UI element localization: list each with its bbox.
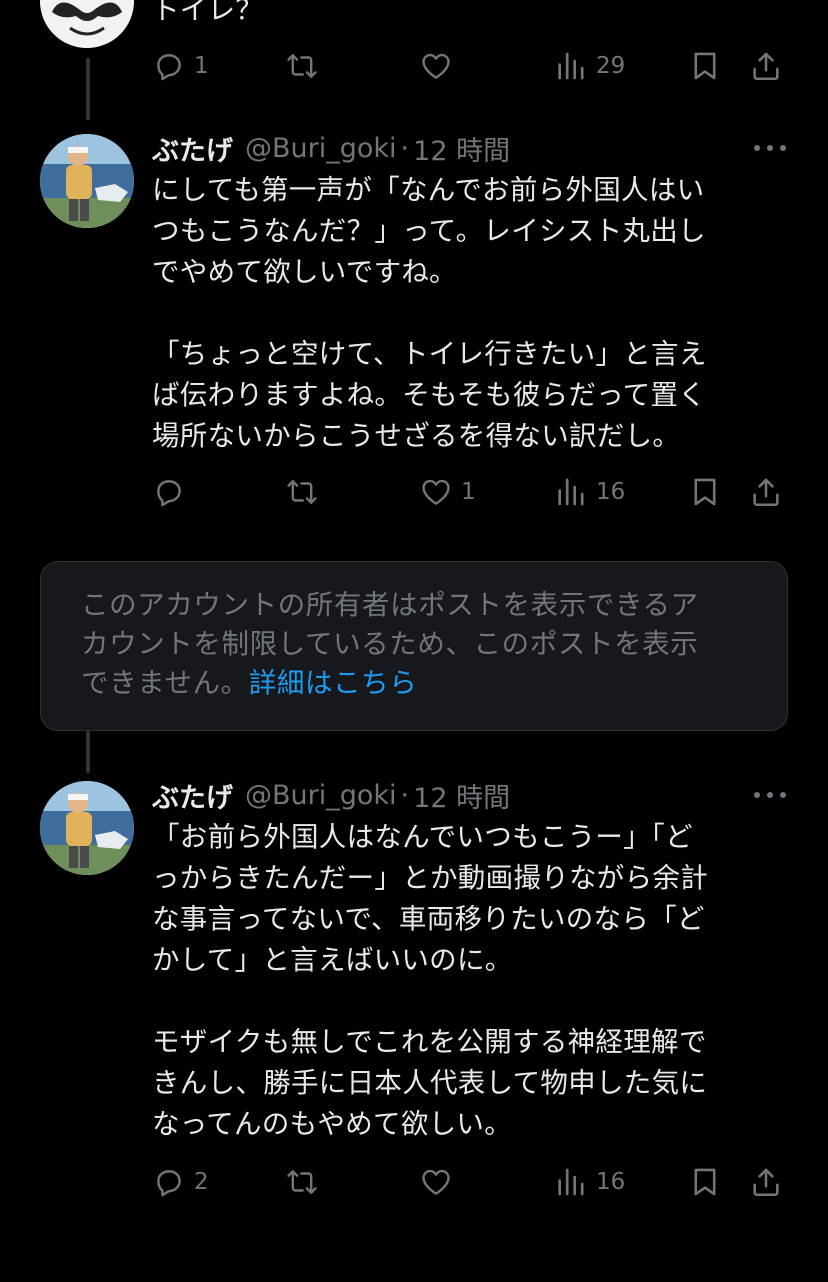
bookmark-icon [688,1165,722,1199]
share-icon [749,49,783,83]
tweet-actions: 1 16 [152,472,792,512]
reply-button[interactable] [152,472,194,512]
view-count: 16 [596,1169,626,1195]
reply-count: 2 [194,1169,209,1195]
user-handle[interactable]: @Buri_goki [245,780,397,811]
tweet-text: 「お前ら外国人はなんでいつもこうー」「ど っからきたんだー」とか動画撮りながら余… [152,821,708,1140]
share-button[interactable] [749,472,783,512]
separator-dot: · [400,132,410,164]
retweet-icon [285,49,319,83]
prev-tweet-text: トイレ？ [152,0,264,26]
reply-count: 1 [194,53,209,79]
learn-more-link[interactable]: 詳細はこちら [249,667,418,699]
more-options-button[interactable] [754,785,786,805]
views-button[interactable]: 16 [554,472,625,512]
more-icon [754,145,760,151]
bookmark-button[interactable] [688,1162,722,1202]
view-count: 29 [596,53,626,79]
like-icon [419,49,453,83]
view-count: 16 [596,479,626,505]
tweet-header: ぶたげ @Buri_goki · 12 時間 [152,776,510,815]
fisherman-avatar-image [40,781,134,875]
more-icon [754,792,760,798]
fisherman-avatar-image [40,134,134,228]
notice-line: カウントを制限しているため、このポストを表示 [81,628,699,660]
avatar[interactable] [40,781,134,875]
avatar[interactable] [40,134,134,228]
views-icon [554,1165,588,1199]
restricted-post-notice: このアカウントの所有者はポストを表示できるア カウントを制限しているため、このポ… [40,561,788,731]
timestamp[interactable]: 12 時間 [413,129,510,168]
more-options-button[interactable] [754,138,786,158]
retweet-icon [285,1165,319,1199]
retweet-button[interactable] [285,472,319,512]
views-icon [554,49,588,83]
reply-icon [152,475,186,509]
notice-line: できません。詳細はこちら [81,667,418,699]
share-button[interactable] [749,1162,783,1202]
share-icon [749,475,783,509]
reply-button[interactable]: 2 [152,1162,209,1202]
avatar-top[interactable] [40,0,134,48]
thread-line [86,58,90,120]
reply-icon [152,1165,186,1199]
retweet-button[interactable] [285,1162,319,1202]
views-icon [554,475,588,509]
display-name[interactable]: ぶたげ [152,776,233,815]
tweet-actions: 2 16 [152,1162,792,1202]
separator-dot: · [400,779,410,811]
share-button[interactable] [749,46,783,86]
user-handle[interactable]: @Buri_goki [245,133,397,164]
like-icon [419,475,453,509]
bookmark-button[interactable] [688,472,722,512]
like-button[interactable] [419,1162,453,1202]
tweet-header: ぶたげ @Buri_goki · 12 時間 [152,129,510,168]
reply-button[interactable]: 1 [152,46,209,86]
views-button[interactable]: 16 [554,1162,625,1202]
reply-icon [152,49,186,83]
retweet-icon [285,475,319,509]
like-button[interactable] [419,46,453,86]
like-button[interactable]: 1 [419,472,476,512]
thread-line [86,731,90,773]
like-icon [419,1165,453,1199]
prev-tweet-actions: 1 29 [152,46,792,86]
tweet-text: にしても第一声が「なんでお前ら外国人はい つもこうなんだ？」って。レイシスト丸出… [152,174,707,452]
bookmark-icon [688,475,722,509]
notice-line: このアカウントの所有者はポストを表示できるア [81,589,699,621]
bookmark-button[interactable] [688,46,722,86]
bookmark-icon [688,49,722,83]
like-count: 1 [461,479,476,505]
retweet-button[interactable] [285,46,319,86]
mustache-avatar-image [40,0,134,48]
display-name[interactable]: ぶたげ [152,129,233,168]
views-button[interactable]: 29 [554,46,625,86]
timestamp[interactable]: 12 時間 [413,776,510,815]
share-icon [749,1165,783,1199]
